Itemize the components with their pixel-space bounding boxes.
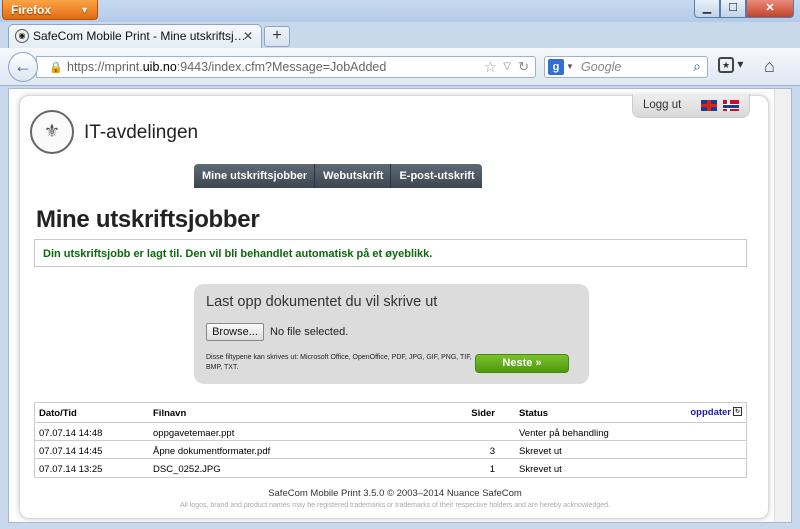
firefox-menu-button[interactable]: Firefox ▼ xyxy=(2,0,98,20)
refresh-icon: ↻ xyxy=(733,407,742,416)
search-engine-dropdown-icon[interactable]: ▼ xyxy=(566,62,574,71)
table-header: Dato/Tid Filnavn Sider Status oppdater ↻ xyxy=(35,403,746,423)
jobs-table: Dato/Tid Filnavn Sider Status oppdater ↻ … xyxy=(34,402,747,478)
menu-item-email-print[interactable]: E-post-utskrift xyxy=(391,164,481,188)
close-tab-icon[interactable]: ✕ xyxy=(243,29,253,43)
job-status: Skrevet ut xyxy=(519,446,562,457)
table-row: 07.07.14 13:25 DSC_0252.JPG 1 Skrevet ut xyxy=(35,459,746,477)
search-icon[interactable]: ⌕ xyxy=(693,58,701,75)
new-tab-button[interactable]: + xyxy=(264,26,290,47)
column-date: Dato/Tid xyxy=(39,408,77,419)
history-dropdown-icon[interactable]: ▽ xyxy=(503,61,511,72)
window-titlebar: Firefox ▼ ▁ ☐ ✕ xyxy=(0,0,800,22)
close-window-button[interactable]: ✕ xyxy=(746,0,794,18)
university-seal-icon: ⚜ xyxy=(30,110,74,154)
logout-link[interactable]: Logg ut xyxy=(643,99,681,111)
reload-icon[interactable]: ↻ xyxy=(518,59,529,75)
job-pages: 3 xyxy=(489,446,495,457)
bookmark-star-icon[interactable]: ☆ xyxy=(484,58,497,76)
url-suffix: :9443/index.cfm?Message=JobAdded xyxy=(176,60,387,74)
upload-panel: Last opp dokumentet du vil skrive ut Bro… xyxy=(194,284,589,384)
refresh-label: oppdater xyxy=(690,407,731,418)
search-placeholder: Google xyxy=(581,60,622,74)
tab-safecom[interactable]: ◉ SafeCom Mobile Print - Mine utskriftsj… xyxy=(8,24,262,48)
url-prefix: https://mprint. xyxy=(67,60,143,74)
chevron-down-icon: ▼ xyxy=(80,5,89,15)
table-row: 07.07.14 14:48 oppgavetemaer.ppt Venter … xyxy=(35,423,746,441)
login-bar: Logg ut xyxy=(632,94,750,118)
org-title: IT-avdelingen xyxy=(84,122,199,143)
page-viewport: Logg ut ⚜ IT-avdelingen Mine utskriftsjo… xyxy=(8,88,792,523)
job-date: 07.07.14 14:45 xyxy=(39,446,103,457)
file-status: No file selected. xyxy=(270,326,349,338)
tab-title: SafeCom Mobile Print - Mine utskriftsj… xyxy=(33,29,246,43)
job-date: 07.07.14 13:25 xyxy=(39,464,103,475)
menu-item-web-print[interactable]: Webutskrift xyxy=(315,164,392,188)
job-status: Skrevet ut xyxy=(519,464,562,475)
norwegian-flag-icon[interactable] xyxy=(723,100,739,111)
url-bar[interactable]: 🔒 https://mprint.uib.no:9443/index.cfm?M… xyxy=(36,56,536,78)
search-input[interactable]: g ▼ Google ⌕ xyxy=(544,56,708,78)
lock-icon: 🔒 xyxy=(49,62,63,74)
footer-copyright: SafeCom Mobile Print 3.5.0 © 2003–2014 N… xyxy=(268,488,522,499)
site-favicon-icon: ◉ xyxy=(15,29,29,43)
job-status: Venter på behandling xyxy=(519,428,609,439)
refresh-link[interactable]: oppdater ↻ xyxy=(690,407,742,418)
bookmarks-button[interactable]: ★ ▾ xyxy=(718,57,752,77)
job-file: DSC_0252.JPG xyxy=(153,464,221,475)
page-title: Mine utskriftsjobber xyxy=(36,206,260,233)
footer-trademarks: All logos, brand and product names may b… xyxy=(180,502,610,509)
google-icon[interactable]: g xyxy=(548,59,564,75)
firefox-menu-label: Firefox xyxy=(11,3,52,17)
minimize-button[interactable]: ▁ xyxy=(694,0,720,18)
back-button[interactable]: ← xyxy=(8,52,38,82)
success-message: Din utskriftsjobb er lagt til. Den vil b… xyxy=(34,239,747,267)
maximize-button[interactable]: ☐ xyxy=(720,0,746,18)
column-status: Status xyxy=(519,408,549,419)
vertical-scrollbar[interactable] xyxy=(774,89,791,522)
browse-button[interactable]: Browse... xyxy=(206,323,264,341)
menu-item-my-print-jobs[interactable]: Mine utskriftsjobber xyxy=(194,164,316,188)
chevron-down-icon: ▾ xyxy=(737,57,744,71)
url-host: uib.no xyxy=(142,60,177,74)
table-row: 07.07.14 14:45 Åpne dokumentformater.pdf… xyxy=(35,441,746,459)
job-date: 07.07.14 14:48 xyxy=(39,428,103,439)
english-flag-icon[interactable] xyxy=(701,100,717,111)
main-menu: Mine utskriftsjobber Webutskrift E-post-… xyxy=(194,164,482,188)
column-file: Filnavn xyxy=(153,408,187,419)
page-footer: SafeCom Mobile Print 3.5.0 © 2003–2014 N… xyxy=(20,488,770,509)
job-pages: 1 xyxy=(489,464,495,475)
home-icon[interactable]: ⌂ xyxy=(764,56,775,77)
job-file: oppgavetemaer.ppt xyxy=(153,428,235,439)
next-button[interactable]: Neste » xyxy=(475,354,569,373)
column-pages: Sider xyxy=(471,408,495,419)
supported-file-types: Disse filtypene kan skrives ut: Microsof… xyxy=(206,354,472,371)
job-file: Åpne dokumentformater.pdf xyxy=(153,446,271,457)
navigation-toolbar: 🔒 https://mprint.uib.no:9443/index.cfm?M… xyxy=(0,48,800,86)
bookmarks-icon: ★ xyxy=(718,57,734,73)
tab-bar: ◉ SafeCom Mobile Print - Mine utskriftsj… xyxy=(0,22,800,48)
page-container: Logg ut ⚜ IT-avdelingen Mine utskriftsjo… xyxy=(19,94,770,519)
upload-title: Last opp dokumentet du vil skrive ut xyxy=(206,294,438,310)
